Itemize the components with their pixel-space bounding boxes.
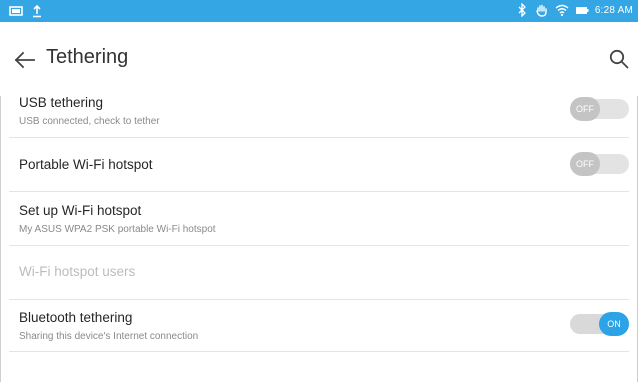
page-title: Tethering xyxy=(46,46,129,68)
battery-icon xyxy=(575,7,589,14)
setting-title: Bluetooth tethering xyxy=(19,310,133,325)
setting-title: USB tethering xyxy=(19,95,104,110)
toggle-knob: OFF xyxy=(570,97,600,121)
setting-title: Wi-Fi hotspot users xyxy=(19,264,136,279)
bluetooth-icon xyxy=(518,3,526,17)
status-left-icons xyxy=(9,4,44,18)
setting-hotspot-users: Wi-Fi hotspot users xyxy=(9,246,629,300)
usb-tethering-toggle[interactable]: OFF xyxy=(570,97,629,121)
setting-title: Set up Wi-Fi hotspot xyxy=(19,203,142,218)
setting-bluetooth-tethering[interactable]: Bluetooth tethering Sharing this device'… xyxy=(9,300,629,352)
setting-usb-tethering[interactable]: USB tethering USB connected, check to te… xyxy=(9,84,629,138)
status-bar: 6:28 AM xyxy=(0,0,638,22)
status-time: 6:28 AM xyxy=(594,4,633,16)
toggle-knob: OFF xyxy=(570,152,600,176)
setting-subtitle: Sharing this device's Internet connectio… xyxy=(19,331,199,342)
setting-subtitle: My ASUS WPA2 PSK portable Wi-Fi hotspot xyxy=(19,224,216,235)
setting-subtitle: USB connected, check to tether xyxy=(19,116,160,127)
hand-icon xyxy=(536,4,547,17)
setting-setup-hotspot[interactable]: Set up Wi-Fi hotspot My ASUS WPA2 PSK po… xyxy=(9,192,629,246)
screen-icon xyxy=(9,6,23,16)
wifi-icon xyxy=(555,4,569,17)
toggle-knob: ON xyxy=(599,312,629,336)
arrow-left-icon[interactable] xyxy=(12,49,38,71)
setting-title: Portable Wi-Fi hotspot xyxy=(19,157,153,172)
status-right-icons: 6:28 AM xyxy=(515,3,633,17)
upload-icon xyxy=(33,4,41,18)
portable-hotspot-toggle[interactable]: OFF xyxy=(570,152,629,176)
search-icon[interactable] xyxy=(608,48,630,70)
bluetooth-tethering-toggle[interactable]: ON xyxy=(570,312,629,336)
setting-portable-hotspot[interactable]: Portable Wi-Fi hotspot OFF xyxy=(9,138,629,192)
